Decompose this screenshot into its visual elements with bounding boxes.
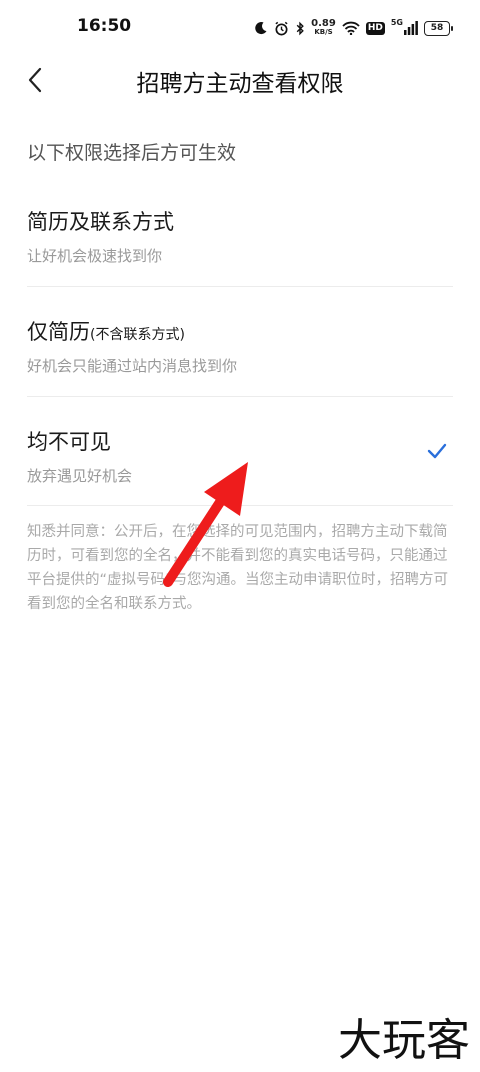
page-title: 招聘方主动查看权限	[136, 71, 344, 97]
cellular-signal: 5G	[390, 18, 418, 35]
option-title: 简历及联系方式	[27, 206, 174, 236]
option-resume-only[interactable]: 仅简历(不含联系方式) 好机会只能通过站内消息找到你	[0, 300, 480, 396]
option-invisible[interactable]: 均不可见 放弃遇见好机会	[0, 410, 480, 506]
option-title-text: 仅简历	[27, 320, 90, 344]
alarm-icon	[275, 21, 288, 35]
option-title: 仅简历(不含联系方式)	[27, 316, 185, 346]
net-type: 5G	[390, 18, 403, 27]
option-title: 均不可见	[27, 426, 111, 456]
status-bar: 16:50 0.89 KB/S HD 5G 58	[0, 0, 480, 56]
option-desc: 好机会只能通过站内消息找到你	[27, 357, 238, 375]
net-speed-unit: KB/S	[314, 28, 333, 36]
option-title-suffix: (不含联系方式)	[90, 327, 185, 343]
wifi-icon	[342, 21, 360, 35]
watermark-logo: 大玩客	[338, 1015, 470, 1066]
net-speed: 0.89 KB/S	[311, 19, 336, 37]
permission-hint: 以下权限选择后方可生效	[27, 142, 237, 164]
divider	[27, 396, 453, 397]
option-resume-and-contact[interactable]: 简历及联系方式 让好机会极速找到你	[0, 190, 480, 286]
nav-bar: 招聘方主动查看权限	[0, 56, 480, 106]
divider	[27, 505, 453, 506]
bluetooth-icon	[296, 21, 304, 35]
checkmark-icon	[427, 443, 447, 459]
consent-footnote: 知悉并同意：公开后，在您选择的可见范围内，招聘方主动下载简历时，可看到您的全名，…	[27, 524, 449, 612]
option-desc: 放弃遇见好机会	[27, 467, 133, 485]
divider	[27, 286, 453, 287]
battery-indicator: 58	[424, 20, 453, 36]
screen: 16:50 0.89 KB/S HD 5G 58 招聘方主动查看权限 以下权限选…	[0, 0, 480, 1072]
option-title-text: 简历及联系方式	[27, 210, 174, 234]
net-speed-value: 0.89	[311, 18, 336, 29]
hd-badge: HD	[365, 21, 385, 35]
status-time: 16:50	[77, 16, 132, 36]
signal-icon	[404, 21, 418, 35]
moon-icon	[255, 22, 267, 35]
option-title-text: 均不可见	[27, 430, 111, 454]
option-desc: 让好机会极速找到你	[27, 247, 163, 265]
status-icons: 0.89 KB/S HD 5G 58	[254, 17, 453, 39]
